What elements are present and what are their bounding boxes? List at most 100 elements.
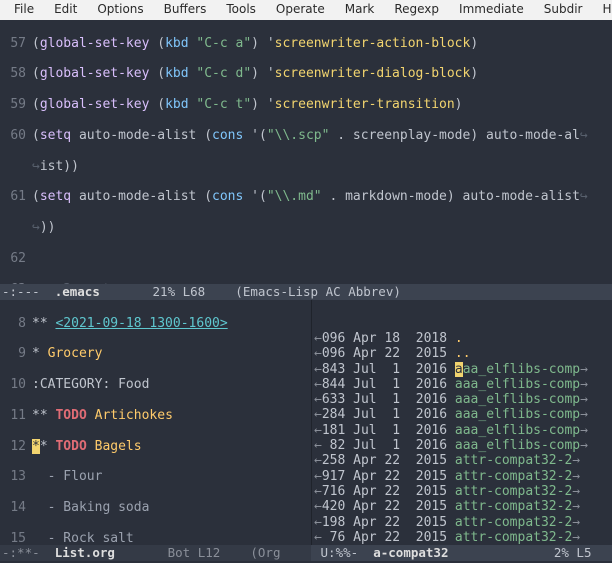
truncate-right-icon: → [580,392,588,407]
menu-edit[interactable]: Edit [44,0,87,20]
line-number: 11 [2,408,32,424]
file-name: aaa_elflibs-comp [455,407,580,422]
file-size: 716 [322,484,345,499]
truncate-right-icon: → [580,407,588,422]
file-date: Apr 22 2015 [345,346,455,361]
truncate-left-icon: ← [314,377,322,392]
truncate-left-icon: ← [314,362,322,377]
file-name: aaa_elflibs-comp [455,392,580,407]
file-name: attr-compat32-2 [455,530,572,545]
truncate-left-icon: ← [314,515,322,530]
file-name: attr-compat32-2 [455,484,572,499]
truncate-left-icon: ← [314,453,322,468]
dired-row[interactable]: ←258 Apr 22 2015 attr-compat32-2→ [314,453,612,468]
file-size: 284 [322,407,345,422]
file-size: 844 [322,377,345,392]
line-number: 60 [2,128,32,144]
file-date: Apr 22 2015 [345,499,455,514]
wrap-icon: ↪ [580,189,588,204]
dired-row[interactable]: ←198 Apr 22 2015 attr-compat32-2→ [314,515,612,530]
dired-buffer[interactable]: ←096 Apr 18 2018 .←096 Apr 22 2015 ..←84… [311,300,612,545]
dired-row[interactable]: ←917 Apr 22 2015 attr-compat32-2→ [314,469,612,484]
file-date: Apr 22 2015 [345,515,455,530]
todo-keyword: TODO [55,408,86,423]
menu-mark[interactable]: Mark [335,0,385,20]
line-number: 14 [2,500,32,516]
cursor: a [455,362,463,377]
emacs-buffer-top[interactable]: 57(global-set-key (kbd "C-c a") 'screenw… [0,20,612,284]
file-name: attr-compat32-2 [455,469,572,484]
menu-operate[interactable]: Operate [266,0,335,20]
file-date: Jul 1 2016 [345,438,455,453]
file-size: 096 [322,331,345,346]
menu-regexp[interactable]: Regexp [384,0,449,20]
file-date: Apr 22 2015 [345,453,455,468]
dired-row[interactable]: ←633 Jul 1 2016 aaa_elflibs-comp→ [314,392,612,407]
modeline-left[interactable]: -:**- List.org Bot L12 (Org [0,545,311,561]
modeline-top[interactable]: -:--- .emacs 21% L68 (Emacs-Lisp AC Abbr… [0,284,612,300]
todo-keyword: TODO [55,439,86,454]
file-name: aa_elflibs-comp [463,362,580,377]
truncate-left-icon: ← [314,423,322,438]
menu-options[interactable]: Options [87,0,153,20]
file-size: 917 [322,469,345,484]
cursor: * [32,439,40,454]
menu-help[interactable]: Help [592,0,612,20]
truncate-left-icon: ← [314,438,322,453]
dired-row[interactable]: ←716 Apr 22 2015 attr-compat32-2→ [314,484,612,499]
menu-tools[interactable]: Tools [216,0,266,20]
org-timestamp-link[interactable]: <2021-09-18 1300-1600> [55,316,227,331]
truncate-left-icon: ← [314,499,322,514]
file-name: . [455,331,463,346]
file-date: Apr 18 2018 [345,331,455,346]
truncate-right-icon: → [572,484,580,499]
truncate-right-icon: → [580,377,588,392]
dired-row[interactable]: ←284 Jul 1 2016 aaa_elflibs-comp→ [314,407,612,422]
dired-row[interactable]: ←096 Apr 22 2015 .. [314,346,612,361]
file-date: Jul 1 2016 [345,392,455,407]
menu-subdir[interactable]: Subdir [534,0,593,20]
file-date: Apr 22 2015 [345,484,455,499]
menu-immediate[interactable]: Immediate [449,0,534,20]
file-name: attr-compat32-2 [455,453,572,468]
truncate-right-icon: → [572,469,580,484]
file-name: attr-compat32-2 [455,499,572,514]
file-name: aaa_elflibs-comp [455,423,580,438]
dired-row[interactable]: ← 76 Apr 22 2015 attr-compat32-2→ [314,530,612,545]
truncate-left-icon: ← [314,530,322,545]
file-date: Apr 22 2015 [345,469,455,484]
truncate-left-icon: ← [314,484,322,499]
menu-buffers[interactable]: Buffers [154,0,217,20]
line-number: 62 [2,251,32,267]
modeline-right[interactable]: U:%%- a-compat32 2% L5 [311,545,612,561]
truncate-left-icon: ← [314,407,322,422]
org-heading: Grocery [48,346,103,361]
line-number: 58 [2,66,32,82]
line-number: 57 [2,36,32,52]
truncate-right-icon: → [580,423,588,438]
wrap-icon: ↪ [32,220,40,235]
dired-row[interactable]: ← 82 Jul 1 2016 aaa_elflibs-comp→ [314,438,612,453]
org-buffer[interactable]: 8** <2021-09-18 1300-1600> 9* Grocery 10… [0,300,311,545]
file-name: aaa_elflibs-comp [455,438,580,453]
file-size: 82 [322,438,345,453]
truncate-left-icon: ← [314,469,322,484]
dired-row[interactable]: ←420 Apr 22 2015 attr-compat32-2→ [314,499,612,514]
file-date: Jul 1 2016 [345,377,455,392]
dired-row[interactable]: ←843 Jul 1 2016 aaa_elflibs-comp→ [314,362,612,377]
file-name: .. [455,346,471,361]
buffer-name: .emacs [55,284,100,299]
truncate-right-icon: → [580,362,588,377]
menu-file[interactable]: File [4,0,44,20]
dired-row[interactable]: ←096 Apr 18 2018 . [314,331,612,346]
dired-row[interactable]: ←844 Jul 1 2016 aaa_elflibs-comp→ [314,377,612,392]
buffer-name: a-compat32 [373,545,448,560]
menu-bar: File Edit Options Buffers Tools Operate … [0,0,612,20]
line-number: 59 [2,97,32,113]
file-name: aaa_elflibs-comp [455,377,580,392]
file-date: Jul 1 2016 [345,423,455,438]
file-date: Jul 1 2016 [345,407,455,422]
file-size: 181 [322,423,345,438]
truncate-right-icon: → [572,530,580,545]
dired-row[interactable]: ←181 Jul 1 2016 aaa_elflibs-comp→ [314,423,612,438]
